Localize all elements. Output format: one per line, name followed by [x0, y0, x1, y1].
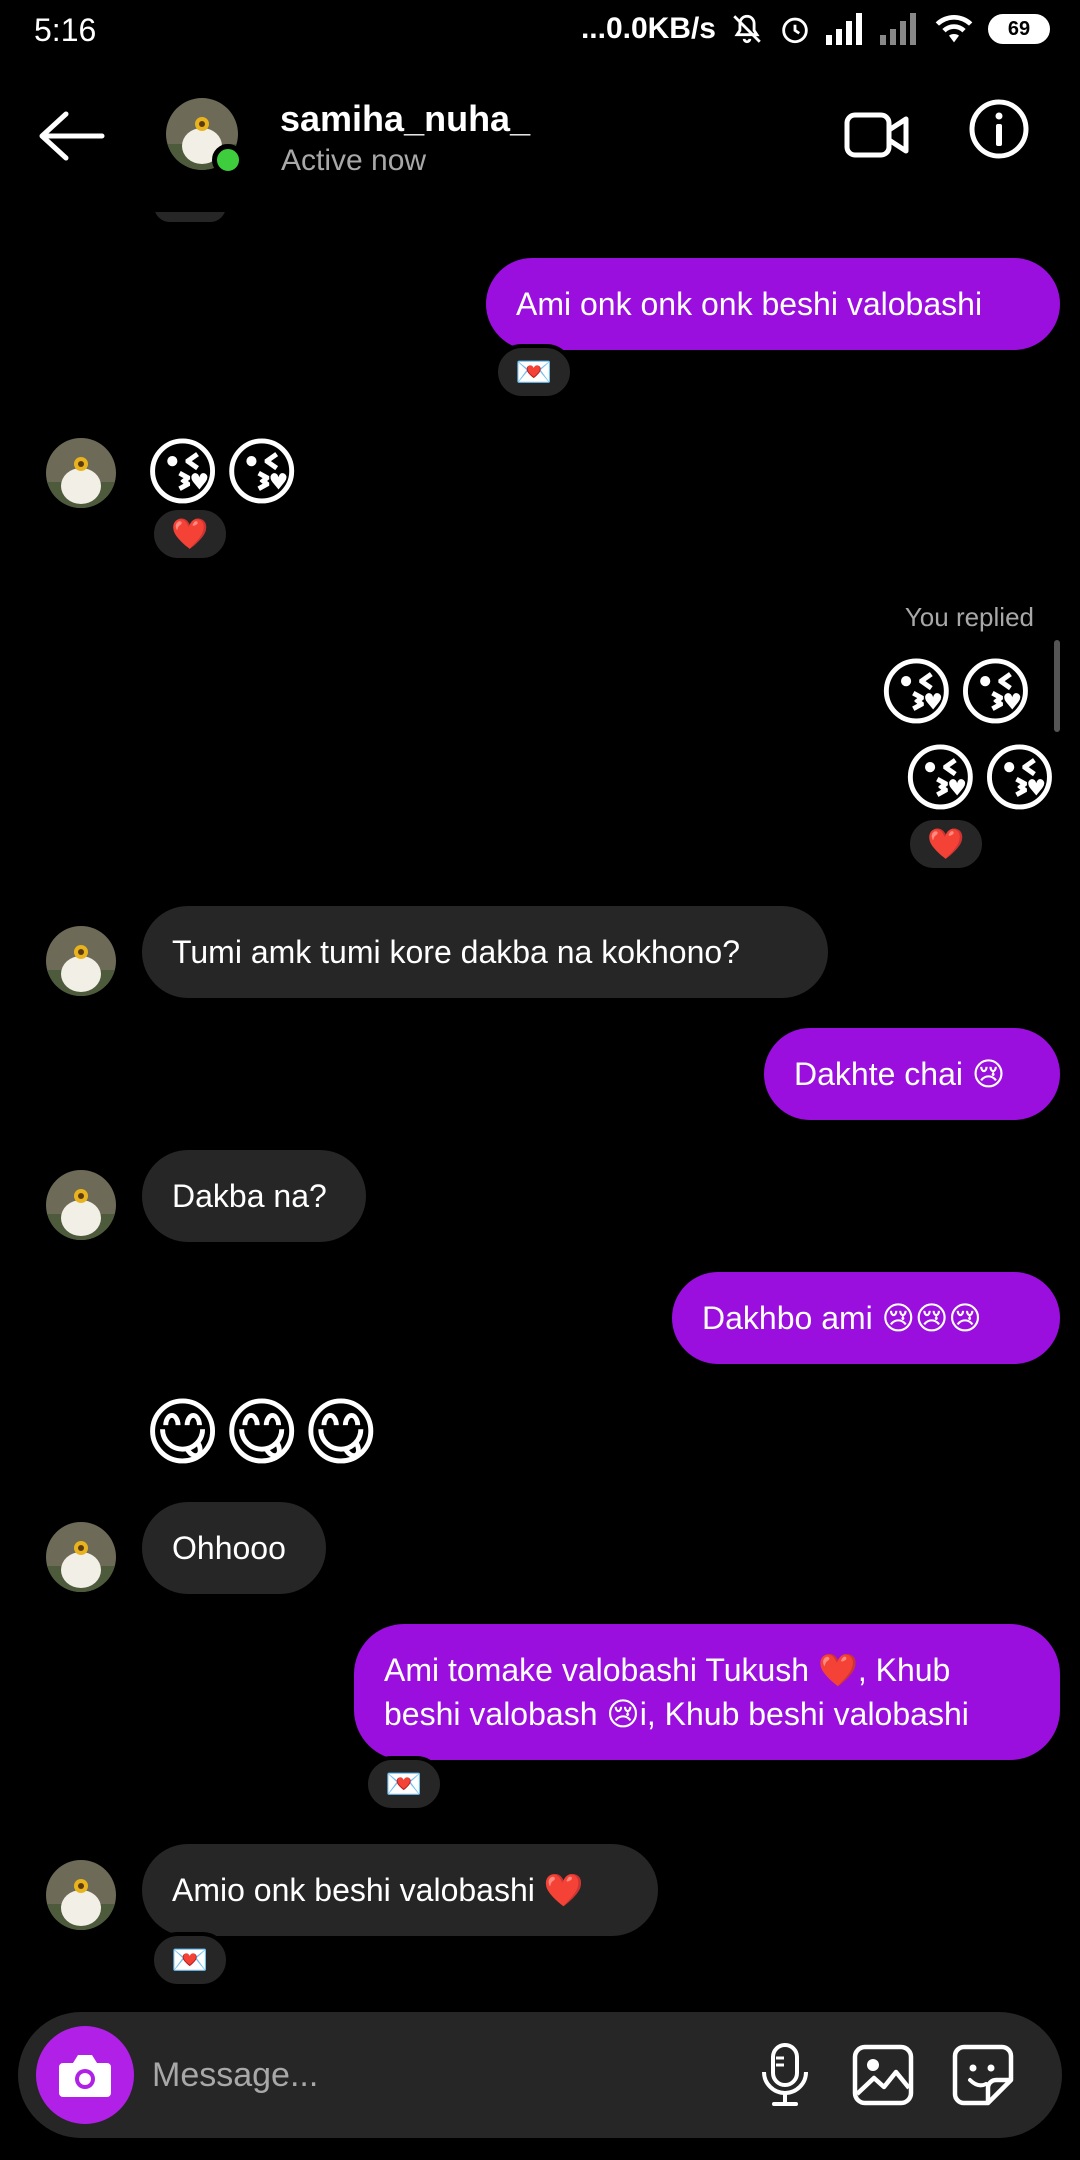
message-reaction[interactable]: ❤️ [906, 816, 986, 872]
message-outgoing[interactable]: Dakhbo ami 😢😢😢 [672, 1272, 1060, 1364]
message-outgoing[interactable]: Ami onk onk onk beshi valobashi [486, 258, 1060, 350]
message-outgoing[interactable]: Ami tomake valobashi Tukush ❤️, Khub bes… [354, 1624, 1060, 1760]
alarm-icon [778, 12, 812, 46]
scrollbar[interactable] [1054, 640, 1060, 732]
message-outgoing-emoji[interactable]: 😘😘 [902, 742, 1060, 816]
message-reaction[interactable]: ❤️ [150, 506, 230, 562]
message-outgoing[interactable]: Dakhte chai 😢 [764, 1028, 1060, 1120]
sender-avatar[interactable] [46, 926, 116, 996]
message-incoming-emoji[interactable]: 😋😋😋 [144, 1396, 381, 1470]
online-indicator [212, 144, 244, 176]
wifi-icon [934, 13, 974, 45]
video-call-icon [844, 112, 909, 158]
camera-icon [59, 2055, 111, 2097]
message-incoming-emoji[interactable]: 😘😘 [144, 436, 302, 510]
network-speed: ...0.0KB/s [580, 12, 716, 45]
reply-label: You replied [904, 602, 1034, 632]
message-incoming[interactable]: Ohhooo [142, 1502, 326, 1594]
message-reaction[interactable]: 💌 [150, 1932, 230, 1988]
header-username[interactable]: samiha_nuha_ [280, 98, 530, 140]
message-incoming[interactable]: Tumi amk tumi kore dakba na kokhono? [142, 906, 828, 998]
sticker-button[interactable] [950, 2042, 1016, 2108]
gallery-icon [852, 2044, 914, 2106]
chat-header: samiha_nuha_ Active now [0, 62, 1080, 212]
status-bar: 5:16 ...0.0KB/s 69 [0, 0, 1080, 62]
video-call-button[interactable] [844, 110, 910, 160]
message-reaction[interactable]: 💌 [494, 344, 574, 400]
message-incoming[interactable]: Amio onk beshi valobashi ❤️ [142, 1844, 658, 1936]
message-outgoing-emoji[interactable]: 😘😘 [878, 656, 1036, 730]
battery-indicator: 69 [988, 14, 1050, 44]
info-button[interactable] [968, 98, 1030, 160]
message-incoming[interactable]: Dakba na? [142, 1150, 366, 1242]
gallery-button[interactable] [850, 2042, 916, 2108]
sender-avatar[interactable] [46, 1522, 116, 1592]
info-icon [969, 99, 1029, 159]
message-composer [18, 2012, 1062, 2138]
sticker-icon [952, 2044, 1014, 2106]
signal-2-icon [880, 13, 920, 45]
status-icons: ...0.0KB/s 69 [581, 12, 1050, 46]
signal-icon [826, 13, 866, 45]
mute-icon [730, 12, 764, 46]
status-time: 5:16 [34, 12, 97, 48]
header-status: Active now [281, 144, 427, 177]
back-button[interactable] [36, 110, 108, 162]
message-input[interactable] [152, 2042, 712, 2108]
sender-avatar[interactable] [46, 438, 116, 508]
sender-avatar[interactable] [46, 1170, 116, 1240]
back-arrow-icon [39, 111, 105, 161]
camera-button[interactable] [36, 2026, 134, 2124]
message-reaction[interactable]: 💌 [364, 1756, 444, 1812]
voice-message-button[interactable] [754, 2042, 816, 2108]
microphone-icon [762, 2043, 808, 2106]
sender-avatar[interactable] [46, 1860, 116, 1930]
